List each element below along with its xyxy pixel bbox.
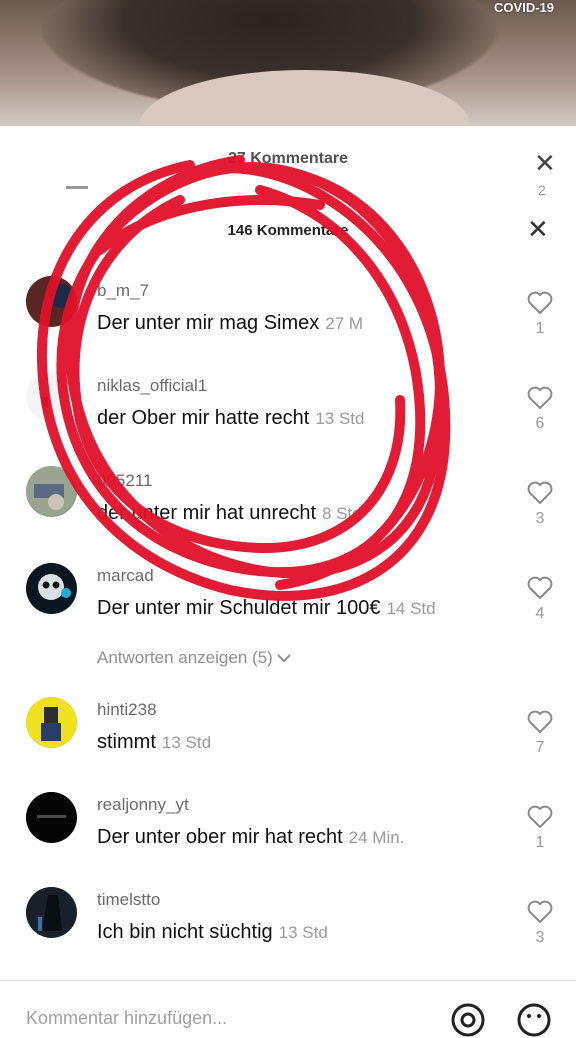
- comment-input[interactable]: Kommentar hinzufügen...: [26, 1008, 227, 1029]
- comment-time: 13 Std: [315, 409, 365, 428]
- like-count: 1: [535, 320, 545, 337]
- at-mention-icon[interactable]: [450, 1002, 486, 1038]
- comment-body: Ich bin nicht süchtig: [97, 921, 273, 943]
- like-count: 6: [535, 415, 545, 432]
- ghost-divider: [66, 186, 88, 189]
- heart-outline-icon[interactable]: [526, 574, 554, 602]
- comment-username[interactable]: b_m_7: [97, 281, 149, 301]
- avatar[interactable]: [26, 887, 77, 938]
- comment-time: 27 M: [325, 314, 364, 333]
- heart-outline-icon[interactable]: [526, 479, 554, 507]
- comment-time: 24 Min.: [348, 828, 405, 847]
- show-replies-link[interactable]: Antworten anzeigen (5): [97, 648, 291, 668]
- avatar[interactable]: [26, 371, 77, 422]
- heart-outline-icon[interactable]: [526, 898, 554, 926]
- like-count: 4: [535, 605, 545, 622]
- comments-title: 146 Kommentare: [227, 222, 349, 239]
- avatar[interactable]: [26, 563, 77, 614]
- like-count: 3: [535, 929, 545, 946]
- input-divider: [0, 980, 576, 981]
- avatar[interactable]: [26, 466, 77, 517]
- comment-text: der Ober mir hatte recht 13 Std: [97, 407, 364, 430]
- comment-text: Der unter mir mag Simex 27 M: [97, 312, 363, 335]
- comment-username[interactable]: 095211: [97, 471, 152, 491]
- comment-time: 13 Std: [161, 733, 212, 752]
- comment-username[interactable]: realjonny_yt: [97, 795, 189, 815]
- heart-outline-icon[interactable]: [526, 384, 554, 412]
- comment-body: der Ober mir hatte recht: [97, 407, 310, 429]
- heart-outline-icon[interactable]: [526, 708, 554, 736]
- comment-username[interactable]: niklas_official1: [97, 376, 207, 396]
- comment-body: Der unter ober mir hat recht: [97, 826, 343, 848]
- comment-body: der unter mir hat unrecht: [97, 502, 316, 524]
- comment-username[interactable]: marcad: [97, 566, 154, 586]
- comment-text: Der unter mir Schuldet mir 100€ 14 Std: [97, 597, 436, 620]
- ghost-count: 2: [538, 182, 546, 198]
- comment-text: stimmt 13 Std: [97, 731, 211, 754]
- video-background[interactable]: COVID-19: [0, 0, 576, 130]
- close-icon[interactable]: ✕: [527, 216, 549, 242]
- heart-outline-icon[interactable]: [526, 289, 554, 317]
- comment-body: stimmt: [97, 731, 156, 753]
- comment-text: der unter mir hat unrecht 8 Std: [97, 502, 362, 525]
- ghost-close-icon: ✕: [534, 148, 556, 178]
- comments-sheet: [0, 126, 576, 1024]
- comment-body: Der unter mir Schuldet mir 100€: [97, 597, 381, 619]
- like-count: 3: [535, 510, 545, 527]
- chevron-down-icon: [277, 648, 291, 668]
- comment-username[interactable]: hinti238: [97, 700, 157, 720]
- comment-time: 14 Std: [386, 599, 436, 618]
- show-replies-label: Antworten anzeigen (5): [97, 648, 273, 667]
- avatar[interactable]: [26, 792, 77, 843]
- ghost-comments-title: 27 Kommentare: [227, 150, 349, 167]
- emoji-icon[interactable]: [516, 1002, 552, 1038]
- like-count: 7: [535, 739, 545, 756]
- comment-text: Ich bin nicht süchtig 13 Std: [97, 921, 328, 944]
- covid-badge[interactable]: COVID-19: [494, 0, 554, 15]
- heart-outline-icon[interactable]: [526, 803, 554, 831]
- comment-body: Der unter mir mag Simex: [97, 312, 320, 334]
- comment-time: 13 Std: [278, 923, 328, 942]
- comment-text: Der unter ober mir hat recht 24 Min.: [97, 826, 404, 849]
- avatar[interactable]: [26, 697, 77, 748]
- avatar[interactable]: [26, 276, 77, 327]
- comment-username[interactable]: timelstto: [97, 890, 160, 910]
- like-count: 1: [535, 834, 545, 851]
- comment-time: 8 Std: [322, 504, 362, 523]
